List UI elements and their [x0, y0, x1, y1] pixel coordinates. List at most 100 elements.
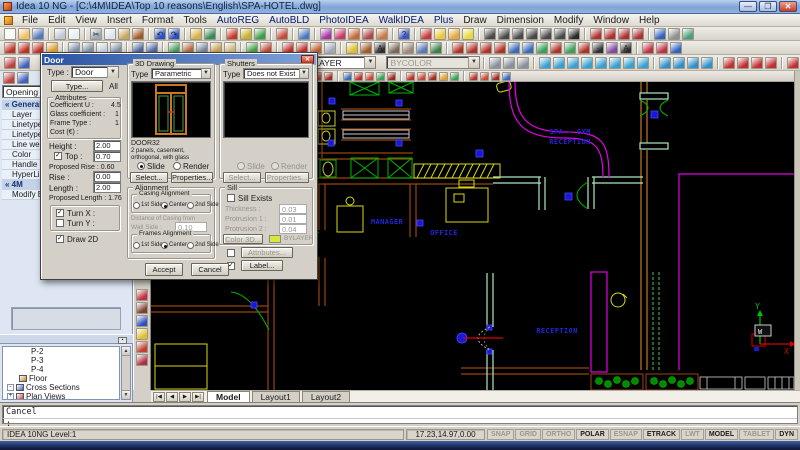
- tab-layout2[interactable]: Layout2: [302, 391, 350, 402]
- menu-file[interactable]: File: [17, 15, 43, 26]
- print-preview-icon[interactable]: [68, 28, 80, 40]
- mail-icon[interactable]: [190, 28, 202, 40]
- arc-tool-icon[interactable]: [554, 28, 566, 40]
- save-icon[interactable]: [32, 28, 44, 40]
- zoom-scale-icon[interactable]: [751, 57, 763, 69]
- zoom-out-icon[interactable]: [604, 28, 616, 40]
- draw-mline-icon[interactable]: [480, 42, 492, 54]
- print-icon[interactable]: [54, 28, 66, 40]
- measure-icon[interactable]: [240, 28, 252, 40]
- materials-icon[interactable]: [334, 28, 346, 40]
- top-checkbox[interactable]: [54, 152, 62, 160]
- menu-edit[interactable]: Edit: [43, 15, 70, 26]
- aid-icon[interactable]: [670, 42, 682, 54]
- tree-item-p-2[interactable]: P-2: [3, 347, 119, 356]
- text-tool-icon[interactable]: A: [374, 42, 386, 54]
- iso-nw-icon[interactable]: [701, 57, 713, 69]
- slide-radio[interactable]: [137, 162, 145, 170]
- tree-expander-icon[interactable]: +: [7, 393, 14, 400]
- bld-text-icon[interactable]: [480, 72, 489, 81]
- tree-item-floor[interactable]: Floor: [3, 374, 119, 383]
- view-3d-icon[interactable]: [637, 57, 649, 69]
- menu-modify[interactable]: Modify: [549, 15, 588, 26]
- menu-plus[interactable]: Plus: [429, 15, 458, 26]
- render-icon[interactable]: [320, 28, 332, 40]
- menu-autobld[interactable]: AutoBLD: [264, 15, 314, 26]
- flag-red-icon[interactable]: [420, 28, 432, 40]
- tree-tool-icon[interactable]: [430, 42, 442, 54]
- draw-text-icon[interactable]: A: [620, 42, 632, 54]
- toggle-etrack[interactable]: ETRACK: [643, 429, 680, 440]
- cancel-button[interactable]: Cancel: [191, 263, 229, 276]
- toggle-lwt[interactable]: LWT: [681, 429, 704, 440]
- tools-icon[interactable]: [682, 28, 694, 40]
- pan-icon[interactable]: [376, 28, 388, 40]
- frames-center-radio[interactable]: [161, 242, 168, 249]
- shutters-type-dropdown[interactable]: Does not Exist ▼: [243, 68, 309, 79]
- red-pencil-icon[interactable]: [226, 28, 238, 40]
- menu-insert[interactable]: Insert: [102, 15, 137, 26]
- view-cube-icon[interactable]: [18, 57, 30, 69]
- height-input[interactable]: 2.00: [93, 140, 121, 151]
- flag-yellow-icon[interactable]: [434, 28, 446, 40]
- casing-center-radio[interactable]: [161, 202, 168, 209]
- menu-help[interactable]: Help: [634, 15, 665, 26]
- toggle-polar[interactable]: POLAR: [576, 429, 609, 440]
- bld-section-icon[interactable]: [406, 72, 415, 81]
- tree-item-cross-sections[interactable]: -Cross Sections: [3, 383, 119, 392]
- prev-tab-icon[interactable]: ◀: [166, 392, 178, 402]
- rectangle-tool-icon[interactable]: [540, 28, 552, 40]
- view-back-icon[interactable]: [595, 57, 607, 69]
- menu-format[interactable]: Format: [137, 15, 179, 26]
- table-icon[interactable]: [204, 28, 216, 40]
- tree-expander-icon[interactable]: -: [7, 384, 14, 391]
- rotate-icon[interactable]: [498, 28, 510, 40]
- top-input[interactable]: 0.70: [93, 151, 121, 162]
- attributes-checkbox[interactable]: [227, 249, 235, 257]
- draw-rect-icon[interactable]: [522, 42, 534, 54]
- zoom-in-icon[interactable]: [590, 28, 602, 40]
- tree-item-p-4[interactable]: P-4: [3, 365, 119, 374]
- next-tab-icon[interactable]: ▶: [179, 392, 191, 402]
- cut-icon[interactable]: ✂: [90, 28, 102, 40]
- menu-photoidea[interactable]: PhotoIDEA: [314, 15, 373, 26]
- zoom-window-icon[interactable]: [618, 28, 630, 40]
- turn-y-checkbox[interactable]: [56, 219, 64, 227]
- toggle-dyn[interactable]: DYN: [775, 429, 798, 440]
- bld-info-icon[interactable]: [502, 72, 511, 81]
- draw-line-icon[interactable]: [452, 42, 464, 54]
- furniture-2-icon[interactable]: [402, 42, 414, 54]
- windows-taskbar[interactable]: [0, 441, 800, 450]
- draw-block-icon[interactable]: [606, 42, 618, 54]
- color-dropdown[interactable]: BYCOLOR ▼: [386, 56, 480, 69]
- stair-tool-icon[interactable]: [324, 42, 336, 54]
- tree-item-p-3[interactable]: P-3: [3, 356, 119, 365]
- pen-brown-icon[interactable]: [360, 42, 372, 54]
- tab-model[interactable]: Model: [207, 391, 250, 402]
- iso-se-icon[interactable]: [673, 57, 685, 69]
- menu-view[interactable]: View: [70, 15, 102, 26]
- bld-electric-icon[interactable]: [343, 72, 352, 81]
- draw-spline-icon[interactable]: [564, 42, 576, 54]
- sill-exists-checkbox[interactable]: [227, 194, 235, 202]
- copy-icon[interactable]: [104, 28, 116, 40]
- menu-draw[interactable]: Draw: [458, 15, 491, 26]
- furniture-1-icon[interactable]: [388, 42, 400, 54]
- frames-1st-radio[interactable]: [133, 242, 140, 249]
- match-properties-icon[interactable]: [132, 28, 144, 40]
- length-input[interactable]: 2.00: [93, 182, 121, 193]
- tab-layout1[interactable]: Layout1: [252, 391, 300, 402]
- menu-tools[interactable]: Tools: [179, 15, 212, 26]
- chevron-down-icon[interactable]: ▼: [468, 57, 479, 68]
- turn-x-checkbox[interactable]: [56, 209, 64, 217]
- pen-yellow-icon[interactable]: [346, 42, 358, 54]
- home-yellow-icon[interactable]: [136, 328, 148, 340]
- bld-elevation-icon[interactable]: [417, 72, 426, 81]
- draw-arrow-icon[interactable]: [494, 42, 506, 54]
- chevron-down-icon[interactable]: ▼: [299, 69, 308, 78]
- new-icon[interactable]: [4, 28, 16, 40]
- type-button[interactable]: Type...: [51, 80, 103, 92]
- toggle-snap[interactable]: SNAP: [487, 429, 514, 440]
- close-button[interactable]: ✕: [779, 1, 797, 12]
- menu-autoreg[interactable]: AutoREG: [212, 15, 264, 26]
